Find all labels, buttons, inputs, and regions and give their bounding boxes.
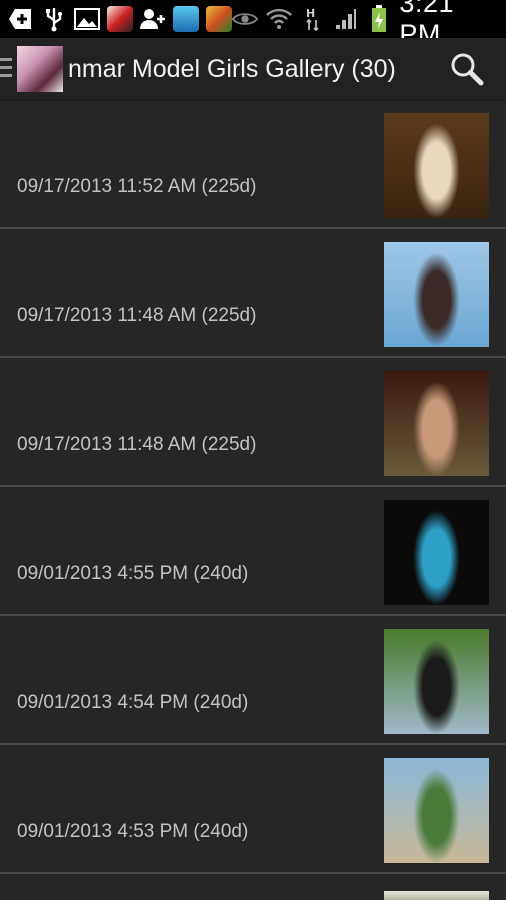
- status-bar: H 3:21 PM: [0, 0, 506, 49]
- network-h-icon: H: [300, 6, 325, 32]
- gallery-item-date: 09/17/2013 11:48 AM (225d): [17, 305, 257, 326]
- svg-text:H: H: [306, 7, 315, 20]
- gallery-row[interactable]: 09/01/2013 4:55 PM (240d): [0, 487, 506, 616]
- app-logo[interactable]: [17, 46, 63, 92]
- battery-charging-icon: [366, 5, 391, 32]
- gallery-row[interactable]: 09/01/2013 4:54 PM (240d): [0, 616, 506, 745]
- gallery-item-date: 09/17/2013 11:52 AM (225d): [17, 176, 257, 197]
- app-icon: [107, 6, 133, 32]
- gallery-list: 09/17/2013 11:52 AM (225d) 09/17/2013 11:…: [0, 100, 506, 874]
- gallery-row[interactable]: 09/17/2013 11:48 AM (225d): [0, 229, 506, 358]
- gallery-thumbnail[interactable]: [384, 371, 489, 476]
- gallery-item-date: 09/01/2013 4:53 PM (240d): [17, 821, 249, 842]
- eye-icon: [232, 6, 258, 32]
- gallery-row[interactable]: 09/17/2013 11:48 AM (225d): [0, 358, 506, 487]
- add-icon: [8, 6, 34, 32]
- signal-icon: [333, 6, 358, 32]
- gallery-thumbnail[interactable]: [384, 113, 489, 218]
- gallery-thumbnail[interactable]: [384, 758, 489, 863]
- gallery-thumbnail[interactable]: [384, 242, 489, 347]
- gallery-row[interactable]: 09/01/2013 4:53 PM (240d): [0, 745, 506, 874]
- app-icon: [173, 6, 199, 32]
- gallery-thumbnail-partial[interactable]: [384, 891, 489, 900]
- gallery-row[interactable]: 09/17/2013 11:52 AM (225d): [0, 100, 506, 229]
- wifi-icon: [266, 6, 292, 32]
- search-button[interactable]: [450, 52, 484, 86]
- image-icon: [74, 6, 100, 32]
- add-user-icon: [140, 6, 166, 32]
- usb-icon: [41, 6, 67, 32]
- gallery-thumbnail[interactable]: [384, 500, 489, 605]
- action-bar: nmar Model Girls Gallery (30): [0, 38, 506, 101]
- search-icon: [451, 53, 484, 86]
- gallery-item-date: 09/01/2013 4:55 PM (240d): [17, 563, 249, 584]
- gallery-item-date: 09/17/2013 11:48 AM (225d): [17, 434, 257, 455]
- drawer-indicator-icon[interactable]: [0, 58, 12, 82]
- gallery-thumbnail[interactable]: [384, 629, 489, 734]
- game-icon: [206, 6, 232, 32]
- gallery-item-date: 09/01/2013 4:54 PM (240d): [17, 692, 249, 713]
- page-title: nmar Model Girls Gallery (30): [68, 55, 396, 83]
